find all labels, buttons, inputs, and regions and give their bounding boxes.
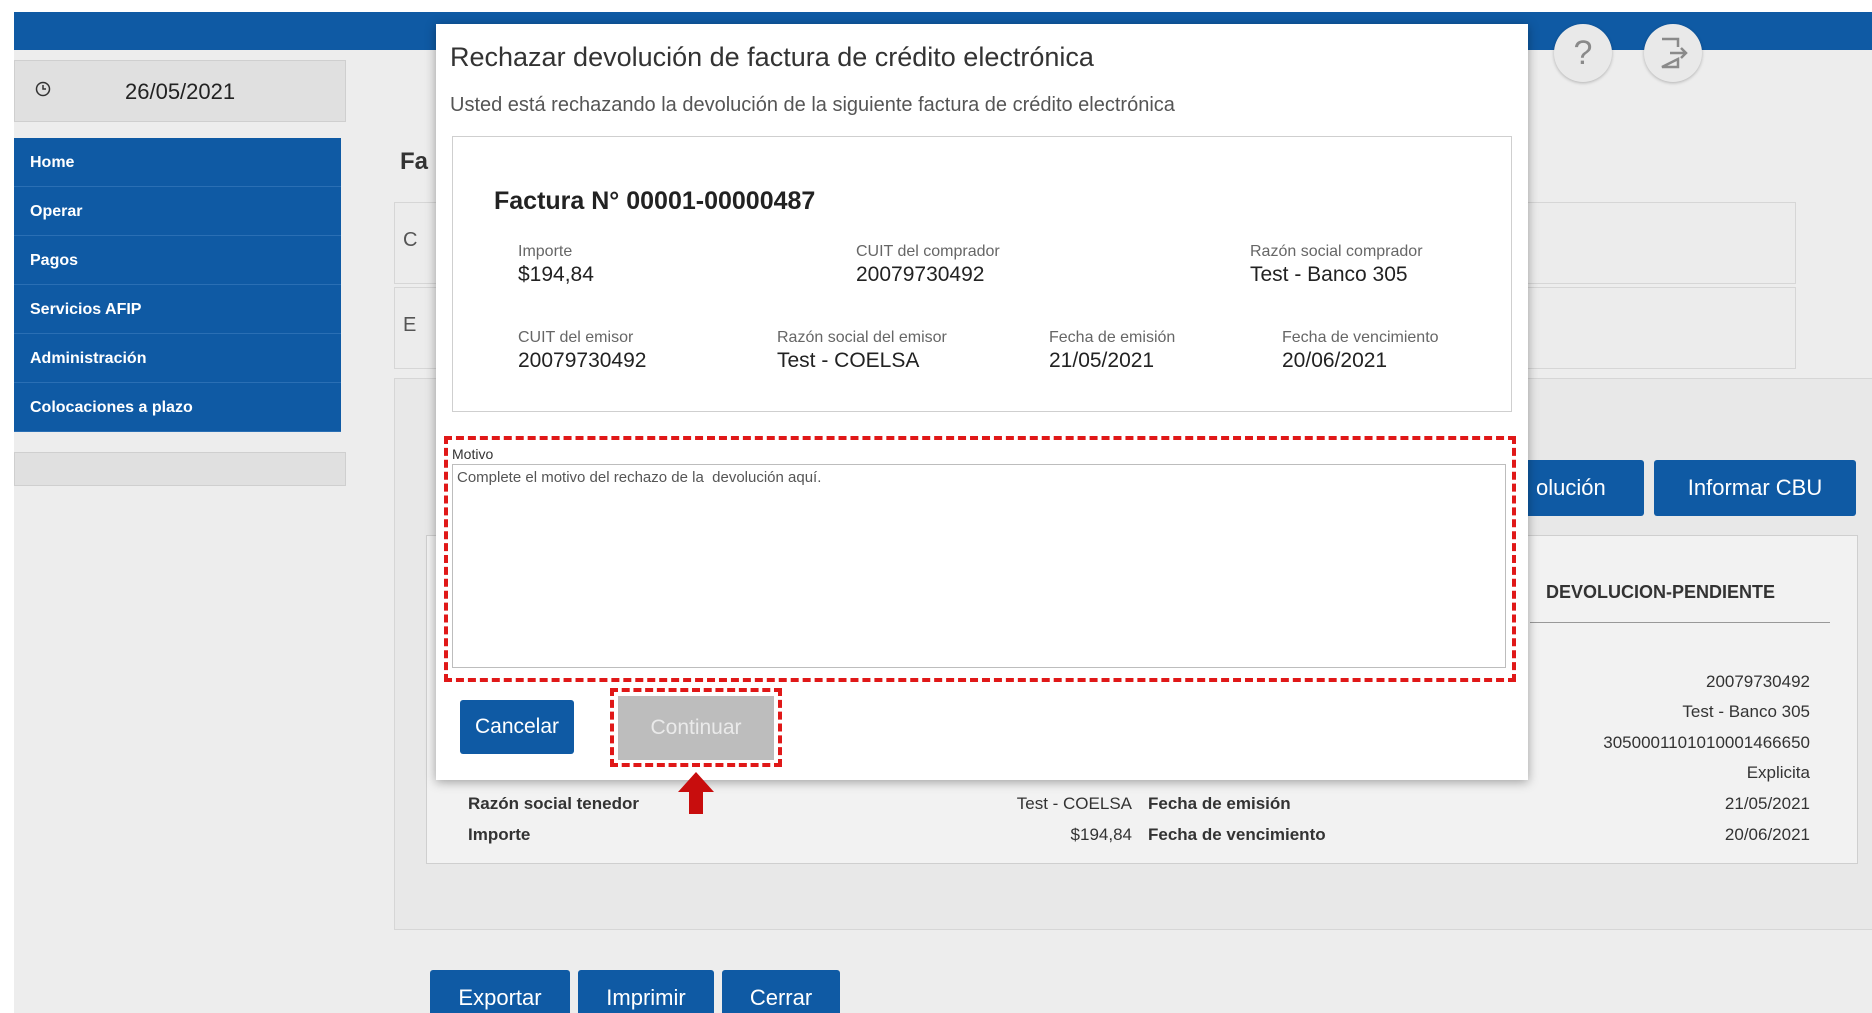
due-date: 20/06/2021 (1282, 349, 1388, 372)
table-label: Razón social tenedor (468, 794, 639, 813)
sidebar-item-operar[interactable]: Operar (14, 187, 341, 236)
table-value: Test - Banco 305 (1682, 702, 1810, 721)
buyer-cuit: 20079730492 (856, 263, 985, 286)
invoice-amount: $194,84 (518, 263, 594, 286)
continue-button[interactable]: Continuar (618, 696, 774, 760)
table-value: 3050001101010001466650 (1603, 733, 1810, 752)
export-button[interactable]: Exportar (430, 970, 570, 1013)
help-icon[interactable]: ? (1554, 24, 1612, 82)
issue-date: 21/05/2021 (1049, 349, 1155, 372)
status-underline (1530, 622, 1830, 623)
table-value: Test - COELSA (1016, 794, 1132, 813)
table-value: $194,84 (1070, 825, 1132, 844)
close-button[interactable]: Cerrar (722, 970, 840, 1013)
date-box: 26/05/2021 (14, 60, 346, 122)
sidebar-lower-box (14, 452, 346, 486)
table-value: 20079730492 (1705, 672, 1810, 691)
field-label: Fecha de vencimiento (1282, 329, 1439, 346)
print-button[interactable]: Imprimir (578, 970, 714, 1013)
arrow-up-icon (678, 772, 714, 814)
page-title: Fa (400, 148, 429, 175)
field-label: Importe (518, 243, 573, 260)
sidebar-item-servicios-afip[interactable]: Servicios AFIP (14, 285, 341, 334)
buyer-name: Test - Banco 305 (1250, 263, 1408, 286)
table-label: Importe (468, 825, 531, 844)
informar-cbu-button[interactable]: Informar CBU (1654, 460, 1856, 516)
devolucion-button[interactable]: olución (1524, 460, 1644, 516)
table-label: Fecha de vencimiento (1148, 825, 1326, 844)
field-label: CUIT del emisor (518, 329, 634, 346)
cancel-button[interactable]: Cancelar (460, 700, 574, 754)
field-label: CUIT del comprador (856, 243, 1000, 260)
field-label: Razón social comprador (1250, 243, 1423, 260)
panel-text: C (403, 229, 418, 251)
current-date: 26/05/2021 (125, 79, 236, 104)
invoice-number: Factura N° 00001-00000487 (494, 187, 816, 215)
motivo-label: Motivo (452, 446, 494, 462)
field-label: Fecha de emisión (1049, 329, 1176, 346)
modal-subtitle: Usted está rechazando la devolución de l… (450, 94, 1175, 116)
sidebar-item-pagos[interactable]: Pagos (14, 236, 341, 285)
sidebar-item-colocaciones[interactable]: Colocaciones a plazo (14, 383, 341, 432)
reject-return-modal: Rechazar devolución de factura de crédit… (436, 24, 1528, 780)
clock-icon (35, 81, 51, 97)
invoice-card: Factura N° 00001-00000487 Importe $194,8… (452, 136, 1512, 412)
table-value: Explicita (1746, 763, 1810, 782)
logout-icon[interactable] (1644, 24, 1702, 82)
modal-title: Rechazar devolución de factura de crédit… (450, 42, 1094, 72)
issuer-cuit: 20079730492 (518, 349, 647, 372)
table-label: Fecha de emisión (1148, 794, 1291, 813)
table-value: 21/05/2021 (1724, 794, 1810, 813)
table-value: 20/06/2021 (1724, 825, 1810, 844)
sidebar-item-home[interactable]: Home (14, 138, 341, 187)
panel-text-2: E (403, 314, 417, 336)
status-header: DEVOLUCION-PENDIENTE (1546, 582, 1776, 602)
motivo-textarea[interactable] (452, 464, 1506, 668)
sidebar-item-administracion[interactable]: Administración (14, 334, 341, 383)
sidebar-menu: Home Operar Pagos Servicios AFIP Adminis… (14, 138, 341, 432)
issuer-name: Test - COELSA (777, 349, 920, 372)
field-label: Razón social del emisor (777, 329, 947, 346)
